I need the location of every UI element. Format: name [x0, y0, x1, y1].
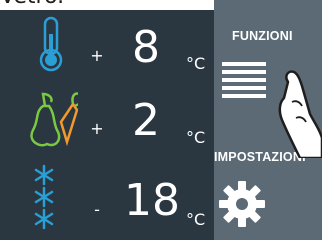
unit-fridge: °C — [186, 54, 206, 73]
zone-row-fresh[interactable]: + 2 °C — [0, 82, 214, 152]
partial-header-text: Vetro. — [0, 0, 64, 10]
menu-icon[interactable] — [222, 62, 266, 98]
pointing-hand-icon — [278, 70, 322, 158]
gear-icon[interactable] — [218, 180, 266, 228]
temperature-value-fridge: 8 — [132, 22, 160, 73]
snowflakes-icon — [34, 164, 54, 230]
zone-row-fridge[interactable]: + 8 °C — [0, 10, 214, 80]
thermometer-icon — [39, 16, 63, 72]
functions-label: FUNZIONI — [232, 29, 293, 43]
zone-row-freezer[interactable]: - 18 °C — [0, 162, 214, 232]
unit-freezer: °C — [186, 210, 206, 229]
unit-fresh: °C — [186, 128, 206, 147]
fruit-vegetable-icon — [30, 92, 78, 147]
sign-fridge: + — [90, 46, 104, 65]
temperature-value-fresh: 2 — [132, 95, 160, 146]
sign-fresh: + — [90, 119, 104, 138]
sign-freezer: - — [94, 200, 100, 219]
temperature-panel: + 8 °C + 2 °C - 18 °C — [0, 10, 214, 240]
temperature-value-freezer: 18 — [124, 175, 180, 226]
